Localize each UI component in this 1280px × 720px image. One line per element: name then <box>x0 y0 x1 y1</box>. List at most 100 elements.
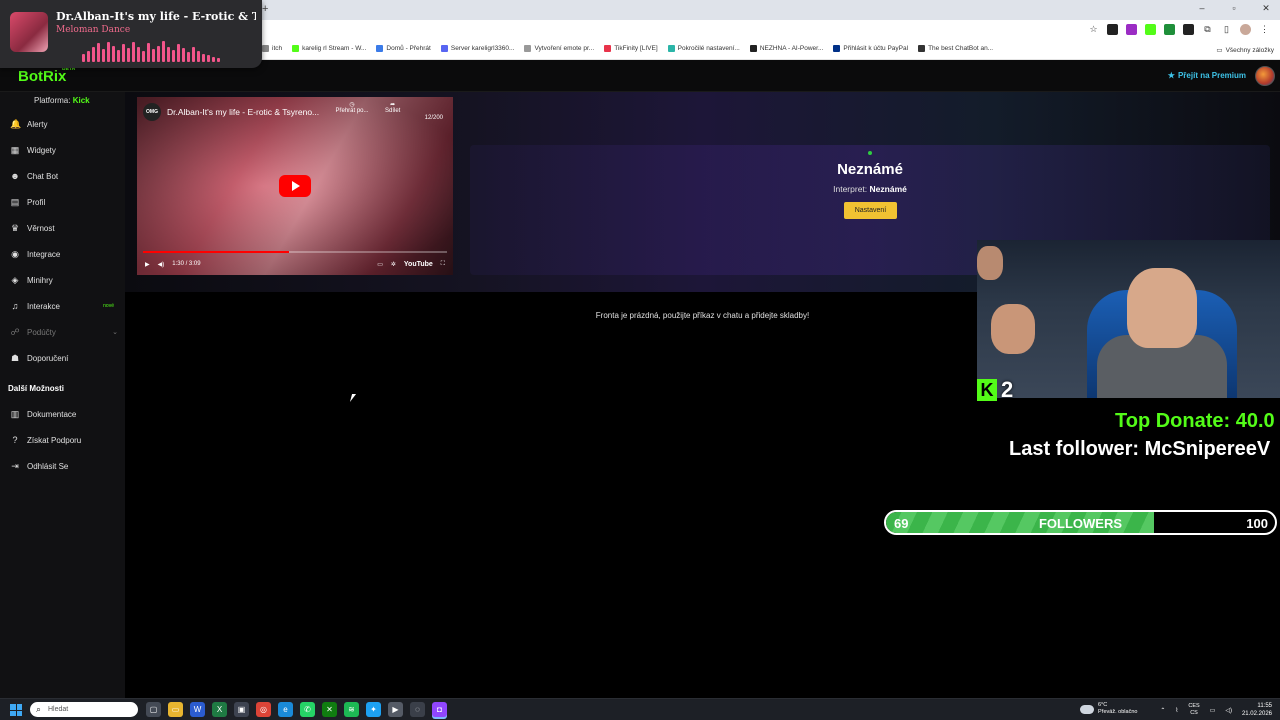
extension-icon[interactable] <box>1183 24 1194 35</box>
sidebar-item-profil[interactable]: ▤ Profil <box>10 195 122 209</box>
watch-later-button[interactable]: ◷ Přehrát po... <box>335 101 369 114</box>
word-icon[interactable]: W <box>190 702 205 717</box>
sidebar-item-label: Věrnost <box>27 223 55 233</box>
close-icon[interactable]: ✕ <box>1260 3 1272 14</box>
sidebar-item-label: Doporučení <box>27 353 69 363</box>
profile-avatar-icon[interactable] <box>1240 24 1251 35</box>
extensions-puzzle-icon[interactable]: ⧉ <box>1202 24 1213 35</box>
whatsapp-icon[interactable]: ✆ <box>300 702 315 717</box>
sidebar-item-interakce[interactable]: ♫ Interakce nové <box>10 299 122 313</box>
youtube-logo[interactable]: YouTube <box>404 261 433 268</box>
bookmark-item[interactable]: itch <box>262 45 282 52</box>
language-indicator[interactable]: CES CS <box>1188 703 1199 717</box>
twitter-icon[interactable]: ✦ <box>366 702 381 717</box>
excel-icon[interactable]: X <box>212 702 227 717</box>
start-button[interactable] <box>10 704 22 716</box>
sidebar-item-věrnost[interactable]: ♛ Věrnost <box>10 221 122 235</box>
maximize-icon[interactable]: ▫ <box>1228 3 1240 14</box>
share-button[interactable]: ➦ Sdílet <box>385 101 400 114</box>
windows-taskbar: Hledat ⌕ ▢ ▭ W X ▣ ◎ e ✆ ✕ ≋ ✦ ▶ ◌ ◘ 6°C Převáž. obla… <box>0 698 1280 720</box>
new-tab-button[interactable]: + <box>262 3 268 15</box>
video-title[interactable]: Dr.Alban-It's my life - E-rotic & Tsyren… <box>167 107 319 117</box>
bookmark-item[interactable]: Domů - Přehrát <box>376 45 431 52</box>
users-icon: ☍ <box>10 326 20 337</box>
volume-icon[interactable]: ◀) <box>158 261 165 268</box>
sidebar-item-label: Interakce <box>27 301 60 311</box>
taskbar-search[interactable]: Hledat <box>30 702 138 717</box>
extension-icon[interactable] <box>1164 24 1175 35</box>
bookmarks-list: itch karelig rl Stream - W... Domů - Přehr… <box>262 45 993 52</box>
bookmark-item[interactable]: Server kareligrl3360... <box>440 45 514 52</box>
bookmark-item[interactable]: The best ChatBot an... <box>918 45 993 52</box>
speaker-icon[interactable]: ◁) <box>1225 707 1232 714</box>
bookmark-item[interactable]: karelig rl Stream - W... <box>292 45 366 52</box>
display-icon[interactable]: ▭ <box>1210 707 1216 714</box>
album-art <box>10 12 48 52</box>
bookmark-favicon-icon <box>440 45 448 52</box>
sidebar-item-widgety[interactable]: ▦ Widgety <box>10 143 122 157</box>
user-avatar[interactable] <box>1255 66 1275 86</box>
minimize-icon[interactable]: – <box>1196 3 1208 14</box>
webcam-overlay <box>977 240 1280 398</box>
chevron-up-icon[interactable]: ⌃ <box>1160 707 1165 714</box>
sidebar-item-alerty[interactable]: 🔔 Alerty <box>10 117 122 131</box>
bookmark-item[interactable]: Pokročilé nastavení... <box>667 45 740 52</box>
extension-icon[interactable] <box>1107 24 1118 35</box>
settings-gear-icon[interactable]: ✲ <box>391 261 396 268</box>
file-explorer-icon[interactable]: ▭ <box>168 702 183 717</box>
video-progress-bar[interactable] <box>143 251 447 253</box>
sidebar-item-integrace[interactable]: ◉ Integrace <box>10 247 122 261</box>
brand-logo[interactable]: BotRix <box>18 68 66 85</box>
search-icon: ⌕ <box>36 704 42 714</box>
sidebar-item-dokumentace[interactable]: ▥ Dokumentace <box>10 407 122 421</box>
youtube-embed[interactable]: OMG Dr.Alban-It's my life - E-rotic & Ts… <box>137 97 453 275</box>
sidebar-item-minihry[interactable]: ◈ Minihry <box>10 273 122 287</box>
youtube-play-button[interactable] <box>279 175 311 197</box>
bookmark-item[interactable]: Přihlásit k účtu PayPal <box>833 45 908 52</box>
play-icon[interactable]: ▶ <box>145 261 150 268</box>
sidebar-item-chat-bot[interactable]: ☻ Chat Bot <box>10 169 122 183</box>
task-view-icon[interactable]: ▢ <box>146 702 161 717</box>
channel-logo[interactable]: OMG <box>143 103 161 121</box>
sidebar-item-podúčty[interactable]: ☍ Podúčty ⌄ <box>10 325 122 339</box>
sidebar-item-odhlásit-se[interactable]: ⇥ Odhlásit Se <box>10 459 122 473</box>
network-icon[interactable]: ⌇ <box>1175 707 1178 714</box>
toolbar-icons: ☆ ⧉ ▯ ⋮ <box>1088 24 1270 35</box>
bookmark-favicon-icon <box>667 45 675 52</box>
go-premium-link[interactable]: ★ Přejít na Premium <box>1168 71 1246 80</box>
spotify-icon[interactable]: ≋ <box>344 702 359 717</box>
media-player-icon[interactable]: ▶ <box>388 702 403 717</box>
obs-icon[interactable]: ◌ <box>410 702 425 717</box>
bookmark-item[interactable]: NEZHNA - AI-Power... <box>749 45 823 52</box>
gamepad-icon: ◈ <box>11 274 19 285</box>
bookmark-item[interactable]: TikFinity [LIVE] <box>604 45 658 52</box>
subtitles-icon[interactable]: ▭ <box>377 261 383 268</box>
sidebar-panel-icon[interactable]: ▯ <box>1221 24 1232 35</box>
visualizer-bar <box>182 47 185 62</box>
fullscreen-icon[interactable]: ⛶ <box>441 261 445 268</box>
star-bookmark-icon[interactable]: ☆ <box>1088 24 1099 35</box>
visualizer-bar <box>82 54 85 62</box>
chrome-icon[interactable]: ◎ <box>256 702 271 717</box>
edge-icon[interactable]: e <box>278 702 293 717</box>
visualizer-bar <box>177 44 180 62</box>
sidebar-item-získat-podporu[interactable]: ? Získat Podporu <box>10 433 122 447</box>
music-note-icon: ♫ <box>11 301 19 311</box>
media-notification[interactable]: Dr.Alban-It's my life - E-rotic & Tsy...… <box>0 0 262 68</box>
weather-widget[interactable]: 6°C Převáž. oblačno <box>1080 702 1137 716</box>
extension-icon[interactable] <box>1145 24 1156 35</box>
visualizer-bar <box>112 45 115 62</box>
sidebar-item-doporučení[interactable]: ☗ Doporučení <box>10 351 122 365</box>
visualizer-bar <box>132 42 135 62</box>
bookmark-item[interactable]: Vytvoření emote pr... <box>524 45 594 52</box>
settings-button[interactable]: Nastavení <box>844 202 897 219</box>
xbox-icon[interactable]: ✕ <box>322 702 337 717</box>
store-icon[interactable]: ▣ <box>234 702 249 717</box>
clock[interactable]: 11:55 21.02.2026 <box>1242 702 1272 718</box>
visualizer-bar <box>122 44 125 62</box>
extension-icon[interactable] <box>1126 24 1137 35</box>
streamlabs-icon[interactable]: ◘ <box>432 702 447 717</box>
all-bookmarks[interactable]: ▭ Všechny záložky <box>1216 46 1274 55</box>
folder-icon: ▭ <box>1216 47 1223 54</box>
kebab-menu-icon[interactable]: ⋮ <box>1259 24 1270 35</box>
